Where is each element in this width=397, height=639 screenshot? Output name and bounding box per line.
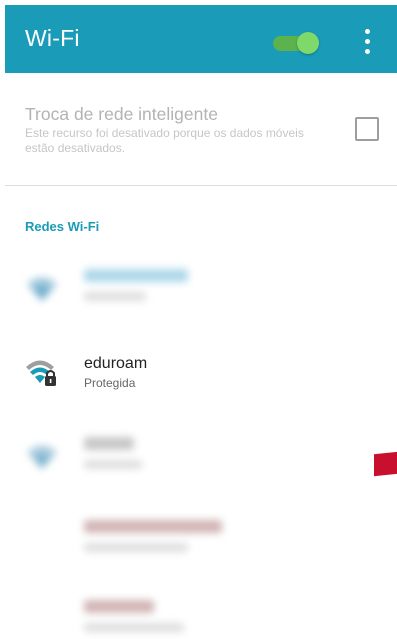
smart-switch-description: Este recurso foi desativado porque os da… (25, 126, 304, 155)
network-name: eduroam (84, 355, 148, 372)
network-item[interactable] (5, 508, 397, 578)
smart-network-switch-row[interactable]: Troca de rede inteligente Este recurso f… (5, 73, 397, 185)
wifi-toggle[interactable] (273, 32, 319, 54)
network-item[interactable] (5, 588, 397, 639)
page-title: Wi-Fi (25, 25, 80, 51)
section-header-wifi-networks: Redes Wi-Fi (25, 219, 100, 234)
menu-dot (365, 49, 370, 54)
more-options-icon[interactable] (355, 27, 379, 59)
network-status: Protegida (84, 376, 136, 390)
wifi-icon (27, 277, 57, 301)
toggle-thumb (297, 32, 319, 54)
wifi-icon (27, 445, 57, 469)
wifi-settings-screen: Wi-Fi Troca de rede inteligente Este rec… (0, 0, 397, 639)
network-item[interactable] (5, 425, 397, 495)
menu-dot (365, 39, 370, 44)
app-bar: Wi-Fi (5, 5, 397, 73)
wifi-lock-icon (26, 360, 56, 386)
network-item-eduroam[interactable]: eduroam Protegida (5, 341, 397, 411)
smart-switch-title: Troca de rede inteligente (25, 104, 218, 124)
divider (5, 185, 397, 186)
network-item[interactable] (5, 257, 397, 327)
smart-switch-checkbox[interactable] (355, 117, 379, 141)
red-marker (374, 451, 397, 477)
menu-dot (365, 29, 370, 34)
